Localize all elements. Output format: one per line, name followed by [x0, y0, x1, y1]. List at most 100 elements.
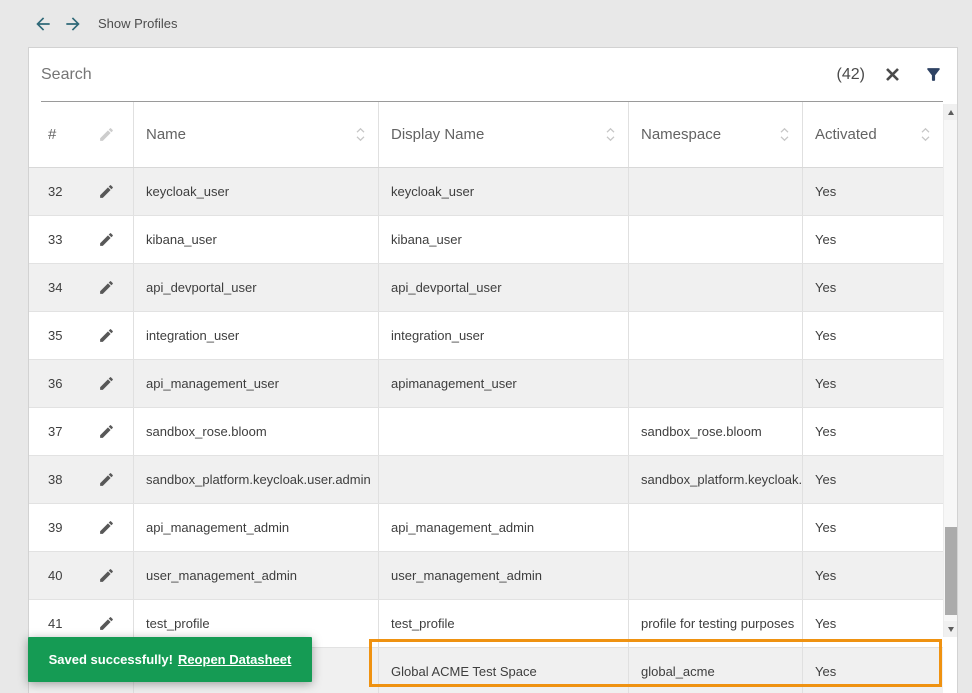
row-namespace: global_acme — [629, 648, 803, 693]
row-edit-cell[interactable] — [79, 360, 134, 407]
triangle-up-icon — [948, 110, 954, 115]
row-edit-cell[interactable] — [79, 456, 134, 503]
header-namespace[interactable]: Namespace — [629, 102, 803, 167]
arrow-right-icon — [63, 14, 83, 34]
header-name[interactable]: Name — [134, 102, 379, 167]
row-edit-cell[interactable] — [79, 408, 134, 455]
row-name: api_management_admin — [134, 504, 379, 551]
row-number: 39 — [29, 504, 79, 551]
row-number: 32 — [29, 168, 79, 215]
header-activated[interactable]: Activated — [803, 102, 943, 167]
row-display-name: api_management_admin — [379, 504, 629, 551]
table-body: 32 keycloak_user keycloak_user Yes 33 ki… — [29, 168, 957, 693]
table-row[interactable]: 37 sandbox_rose.bloom sandbox_rose.bloom… — [29, 408, 943, 456]
row-edit-cell[interactable] — [79, 312, 134, 359]
row-display-name — [379, 408, 629, 455]
result-count: (42) — [837, 66, 865, 84]
row-activated: Yes — [803, 552, 943, 599]
row-name: integration_user — [134, 312, 379, 359]
row-number: 37 — [29, 408, 79, 455]
table-header: # Name Display Name Namespace Acti — [29, 102, 943, 168]
row-edit-cell[interactable] — [79, 168, 134, 215]
scroll-up-button[interactable] — [944, 104, 958, 120]
edit-pencil-icon[interactable] — [98, 375, 115, 392]
toast-message: Saved successfully! — [49, 652, 173, 667]
topbar: Show Profiles — [0, 0, 972, 47]
scroll-down-button[interactable] — [944, 621, 958, 637]
row-name: api_management_user — [134, 360, 379, 407]
page-title: Show Profiles — [98, 16, 177, 31]
table-row[interactable]: 34 api_devportal_user api_devportal_user… — [29, 264, 943, 312]
table-row[interactable]: 32 keycloak_user keycloak_user Yes — [29, 168, 943, 216]
row-activated: Yes — [803, 648, 943, 693]
row-edit-cell[interactable] — [79, 552, 134, 599]
table-row[interactable]: 33 kibana_user kibana_user Yes — [29, 216, 943, 264]
forward-button[interactable] — [63, 14, 83, 34]
toast-notification: Saved successfully! Reopen Datasheet — [28, 637, 312, 682]
row-namespace — [629, 504, 803, 551]
row-namespace — [629, 168, 803, 215]
row-display-name: Global ACME Test Space — [379, 648, 629, 693]
row-namespace — [629, 216, 803, 263]
search-bar: (42) — [41, 48, 943, 102]
row-edit-cell[interactable] — [79, 216, 134, 263]
row-number: 34 — [29, 264, 79, 311]
edit-pencil-icon[interactable] — [98, 327, 115, 344]
sort-icon — [605, 127, 616, 142]
row-name: sandbox_rose.bloom — [134, 408, 379, 455]
edit-pencil-icon[interactable] — [98, 423, 115, 440]
row-namespace: sandbox_rose.bloom — [629, 408, 803, 455]
scrollbar-thumb[interactable] — [945, 527, 957, 615]
edit-pencil-icon[interactable] — [98, 183, 115, 200]
table-row[interactable]: 39 api_management_admin api_management_a… — [29, 504, 943, 552]
table-row[interactable]: 35 integration_user integration_user Yes — [29, 312, 943, 360]
row-display-name: keycloak_user — [379, 168, 629, 215]
row-name: sandbox_platform.keycloak.user.admin — [134, 456, 379, 503]
row-display-name: test_profile — [379, 600, 629, 647]
back-button[interactable] — [33, 14, 53, 34]
reopen-datasheet-link[interactable]: Reopen Datasheet — [178, 652, 291, 667]
row-activated: Yes — [803, 264, 943, 311]
header-display-name[interactable]: Display Name — [379, 102, 629, 167]
header-number-label: # — [48, 126, 56, 143]
row-edit-cell[interactable] — [79, 504, 134, 551]
vertical-scrollbar[interactable] — [943, 104, 957, 637]
header-activated-label: Activated — [815, 126, 877, 143]
row-namespace — [629, 312, 803, 359]
edit-pencil-icon[interactable] — [98, 615, 115, 632]
row-number: 35 — [29, 312, 79, 359]
edit-pencil-icon[interactable] — [98, 231, 115, 248]
table-row[interactable]: 40 user_management_admin user_management… — [29, 552, 943, 600]
row-display-name: integration_user — [379, 312, 629, 359]
row-number: 33 — [29, 216, 79, 263]
row-edit-cell[interactable] — [79, 264, 134, 311]
edit-column-icon — [98, 126, 115, 143]
row-number: 40 — [29, 552, 79, 599]
row-name: api_devportal_user — [134, 264, 379, 311]
row-activated: Yes — [803, 456, 943, 503]
edit-pencil-icon[interactable] — [98, 567, 115, 584]
row-activated: Yes — [803, 600, 943, 647]
row-display-name: apimanagement_user — [379, 360, 629, 407]
row-display-name: api_devportal_user — [379, 264, 629, 311]
table-row[interactable]: 38 sandbox_platform.keycloak.user.admin … — [29, 456, 943, 504]
profiles-panel: (42) # Name Display Name — [28, 47, 958, 693]
search-input[interactable] — [41, 66, 837, 84]
clear-search-icon[interactable] — [885, 67, 900, 82]
row-activated: Yes — [803, 168, 943, 215]
arrow-left-icon — [33, 14, 53, 34]
edit-pencil-icon[interactable] — [98, 519, 115, 536]
table-row[interactable]: 36 api_management_user apimanagement_use… — [29, 360, 943, 408]
triangle-down-icon — [948, 627, 954, 632]
row-activated: Yes — [803, 216, 943, 263]
row-number: 36 — [29, 360, 79, 407]
sort-icon — [779, 127, 790, 142]
header-display-name-label: Display Name — [391, 126, 484, 143]
row-display-name — [379, 456, 629, 503]
row-name: user_management_admin — [134, 552, 379, 599]
row-namespace: profile for testing purposes — [629, 600, 803, 647]
row-namespace: sandbox_platform.keycloak.u — [629, 456, 803, 503]
filter-icon[interactable] — [924, 65, 943, 84]
edit-pencil-icon[interactable] — [98, 279, 115, 296]
edit-pencil-icon[interactable] — [98, 471, 115, 488]
